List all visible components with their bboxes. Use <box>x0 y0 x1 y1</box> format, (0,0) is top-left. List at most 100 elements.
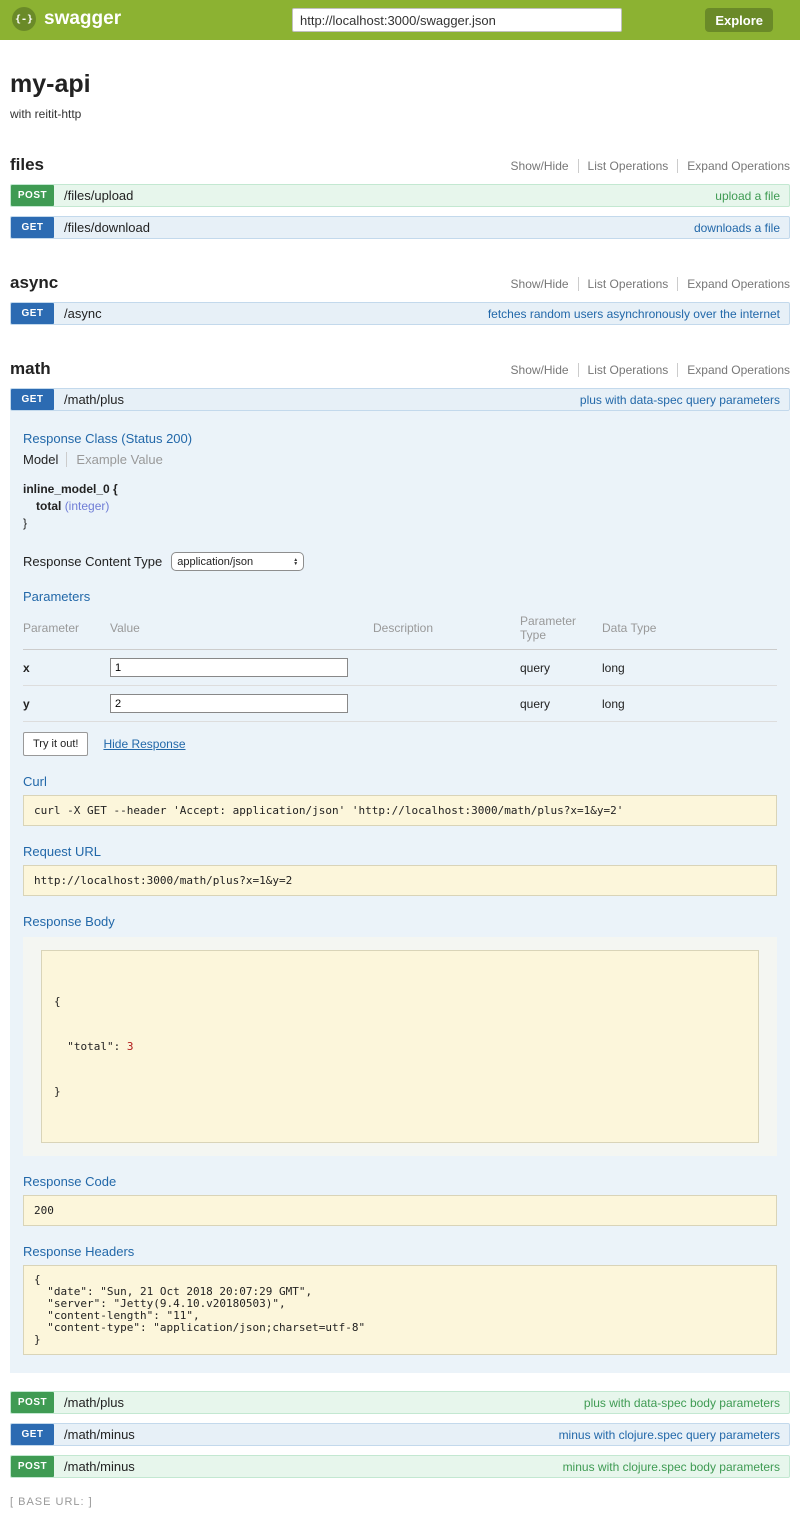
operation-summary[interactable]: minus with clojure.spec body parameters <box>563 1456 789 1477</box>
json-value: 3 <box>127 1040 134 1053</box>
json-close-brace: } <box>54 1084 746 1099</box>
swagger-ui-page: {-} swagger Explore my-api with reitit-h… <box>0 0 800 1532</box>
base-url-footer: [ BASE URL: ] <box>10 1496 790 1508</box>
api-title: my-api <box>10 70 790 99</box>
operation-path[interactable]: /math/plus <box>54 1392 124 1413</box>
section-math-header: math Show/Hide List Operations Expand Op… <box>10 359 790 379</box>
operation-path[interactable]: /files/upload <box>54 185 133 206</box>
operation-row-get-async[interactable]: GET /async fetches random users asynchro… <box>10 302 790 325</box>
section-files-controls: Show/Hide List Operations Expand Operati… <box>511 159 790 173</box>
curl-heading: Curl <box>23 774 777 789</box>
parameters-header-row: Parameter Value Description Parameter Ty… <box>23 610 777 650</box>
section-math-title[interactable]: math <box>10 359 51 379</box>
operation-path[interactable]: /async <box>54 303 102 324</box>
json-total-line: "total": 3 <box>54 1039 746 1054</box>
curl-command: curl -X GET --header 'Accept: applicatio… <box>23 795 777 826</box>
swagger-logo-glyph: {-} <box>15 14 33 25</box>
response-class-heading: Response Class (Status 200) <box>23 431 777 446</box>
model-title: inline_model_0 { <box>23 481 777 498</box>
method-badge: GET <box>11 217 54 238</box>
brand[interactable]: {-} swagger <box>12 7 121 31</box>
method-badge: GET <box>11 1424 54 1445</box>
response-code-value: 200 <box>23 1195 777 1226</box>
expand-operations-link[interactable]: Expand Operations <box>677 363 790 377</box>
list-operations-link[interactable]: List Operations <box>578 363 669 377</box>
section-async-header: async Show/Hide List Operations Expand O… <box>10 273 790 293</box>
request-url-value: http://localhost:3000/math/plus?x=1&y=2 <box>23 865 777 896</box>
api-description: with reitit-http <box>10 107 790 121</box>
operation-summary[interactable]: upload a file <box>715 185 789 206</box>
section-files-title[interactable]: files <box>10 155 44 175</box>
section-async-title[interactable]: async <box>10 273 58 293</box>
spec-url-input[interactable] <box>292 8 622 32</box>
model-close-brace: } <box>23 515 777 532</box>
main-content: my-api with reitit-http files Show/Hide … <box>0 70 800 1532</box>
parameter-description <box>373 686 520 722</box>
col-description: Description <box>373 610 520 650</box>
try-it-out-button[interactable]: Try it out! <box>23 732 88 756</box>
response-code-heading: Response Code <box>23 1174 777 1189</box>
list-operations-link[interactable]: List Operations <box>578 159 669 173</box>
list-operations-link[interactable]: List Operations <box>578 277 669 291</box>
parameter-type: query <box>520 686 602 722</box>
section-files-header: files Show/Hide List Operations Expand O… <box>10 155 790 175</box>
operation-path[interactable]: /math/minus <box>54 1424 135 1445</box>
json-open-brace: { <box>54 994 746 1009</box>
operation-path[interactable]: /math/plus <box>54 389 124 410</box>
operation-summary[interactable]: fetches random users asynchronously over… <box>488 303 789 324</box>
method-badge: POST <box>11 1392 54 1413</box>
operation-summary[interactable]: minus with clojure.spec query parameters <box>559 1424 789 1445</box>
brand-title: swagger <box>44 8 121 30</box>
operation-row-get-math-minus[interactable]: GET /math/minus minus with clojure.spec … <box>10 1423 790 1446</box>
response-body-container: { "total": 3 } <box>23 937 777 1156</box>
expand-operations-link[interactable]: Expand Operations <box>677 159 790 173</box>
parameter-x-input[interactable] <box>110 658 348 677</box>
operation-row-get-files-download[interactable]: GET /files/download downloads a file <box>10 216 790 239</box>
response-body-heading: Response Body <box>23 914 777 929</box>
section-async: async Show/Hide List Operations Expand O… <box>10 273 790 325</box>
operation-path[interactable]: /math/minus <box>54 1456 135 1477</box>
operation-row-post-math-plus[interactable]: POST /math/plus plus with data-spec body… <box>10 1391 790 1414</box>
show-hide-link[interactable]: Show/Hide <box>511 159 569 173</box>
parameter-y-input[interactable] <box>110 694 348 713</box>
method-badge: GET <box>11 389 54 410</box>
expand-operations-link[interactable]: Expand Operations <box>677 277 790 291</box>
section-math-controls: Show/Hide List Operations Expand Operati… <box>511 363 790 377</box>
parameters-heading: Parameters <box>23 589 777 604</box>
top-bar: {-} swagger Explore <box>0 0 800 40</box>
model-property: total (integer) <box>36 498 777 515</box>
json-key: "total": <box>54 1040 127 1053</box>
col-parameter-type: Parameter Type <box>520 610 602 650</box>
operation-summary[interactable]: downloads a file <box>694 217 789 238</box>
parameters-table: Parameter Value Description Parameter Ty… <box>23 610 777 722</box>
tab-example-value[interactable]: Example Value <box>66 452 162 467</box>
response-content-type-select[interactable]: application/json ▲▼ <box>171 552 304 571</box>
method-badge: POST <box>11 185 54 206</box>
section-files: files Show/Hide List Operations Expand O… <box>10 155 790 239</box>
tab-model[interactable]: Model <box>23 452 58 467</box>
explore-button[interactable]: Explore <box>705 8 773 32</box>
operation-row-get-math-plus[interactable]: GET /math/plus plus with data-spec query… <box>10 388 790 411</box>
show-hide-link[interactable]: Show/Hide <box>511 363 569 377</box>
operation-row-post-math-minus[interactable]: POST /math/minus minus with clojure.spec… <box>10 1455 790 1478</box>
operation-detail-panel: Response Class (Status 200) Model Exampl… <box>10 411 790 1373</box>
operation-summary[interactable]: plus with data-spec body parameters <box>584 1392 789 1413</box>
parameter-row-x: x query long <box>23 650 777 686</box>
col-data-type: Data Type <box>602 610 777 650</box>
parameter-name: x <box>23 650 110 686</box>
response-headers-json: { "date": "Sun, 21 Oct 2018 20:07:29 GMT… <box>23 1265 777 1355</box>
model-property-type: (integer) <box>65 499 110 513</box>
operation-path[interactable]: /files/download <box>54 217 150 238</box>
model-signature: inline_model_0 { total (integer) } <box>23 481 777 532</box>
model-property-name: total <box>36 499 61 513</box>
hide-response-link[interactable]: Hide Response <box>103 737 185 751</box>
try-it-actions: Try it out! Hide Response <box>23 732 777 756</box>
show-hide-link[interactable]: Show/Hide <box>511 277 569 291</box>
parameter-data-type: long <box>602 686 777 722</box>
operation-row-post-files-upload[interactable]: POST /files/upload upload a file <box>10 184 790 207</box>
select-arrows-icon: ▲▼ <box>293 558 298 566</box>
parameter-name: y <box>23 686 110 722</box>
operation-summary[interactable]: plus with data-spec query parameters <box>580 389 789 410</box>
parameter-data-type: long <box>602 650 777 686</box>
request-url-heading: Request URL <box>23 844 777 859</box>
